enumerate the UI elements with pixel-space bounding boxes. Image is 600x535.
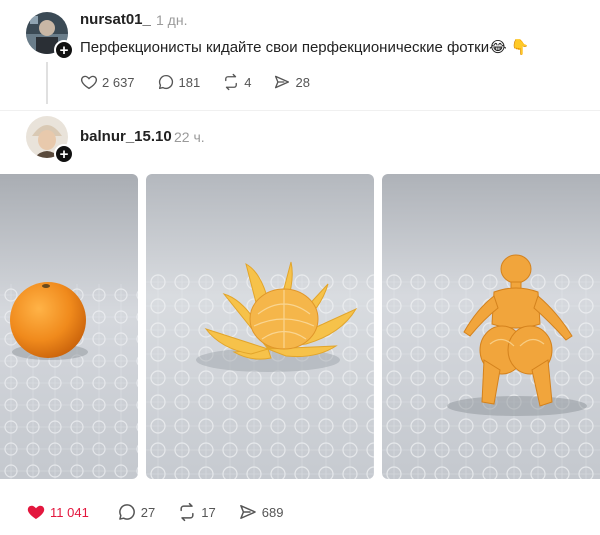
avatar-balnur[interactable]: + [26, 116, 74, 164]
photo-tangerine-figure[interactable] [382, 174, 600, 479]
post-nursat01: + nursat01_ 1 дн. Перфекционисты кидайте… [0, 0, 600, 110]
follow-plus-icon[interactable]: + [54, 40, 74, 60]
follow-plus-icon[interactable]: + [54, 144, 74, 164]
heart-icon [27, 505, 45, 520]
post1-text-body: Перфекционисты кидайте свои перфекционич… [80, 39, 490, 56]
post2-comment-button[interactable]: 27 [117, 502, 155, 522]
post1-emoji: 😂 👇 [489, 39, 530, 56]
photo-whole-tangerine[interactable] [0, 174, 138, 479]
comment-icon [158, 74, 173, 90]
thread-line [46, 62, 48, 104]
photo-tangerine-flower[interactable] [146, 174, 374, 479]
post1-username[interactable]: nursat01_ [80, 11, 151, 28]
post1-share-count: 28 [295, 74, 310, 90]
post1-like-button[interactable]: 2 637 [80, 73, 135, 91]
post1-like-count: 2 637 [102, 74, 135, 90]
post2-like-button[interactable]: 11 041 [26, 502, 89, 522]
share-icon [239, 505, 256, 519]
post1-comment-button[interactable]: 181 [157, 73, 201, 91]
post2-comment-count: 27 [140, 504, 156, 520]
post1-repost-count: 4 [244, 74, 252, 90]
post2-repost-button[interactable]: 17 [177, 502, 216, 522]
post1-share-button[interactable]: 28 [273, 73, 310, 91]
share-icon [275, 75, 290, 89]
post2-username[interactable]: balnur_15.10 [80, 128, 172, 145]
post2-share-button[interactable]: 689 [238, 502, 284, 522]
post1-text: Перфекционисты кидайте свои перфекционич… [80, 38, 530, 56]
post2-time: 22 ч. [174, 129, 205, 145]
post2-like-count: 11 041 [50, 504, 89, 520]
post-divider [0, 110, 600, 111]
post1-repost-button[interactable]: 4 [222, 73, 251, 91]
post2-share-count: 689 [261, 504, 284, 520]
avatar-nursat01[interactable]: + [26, 12, 74, 60]
heart-icon [80, 75, 98, 90]
post1-time: 1 дн. [156, 12, 188, 28]
repost-icon [225, 73, 238, 91]
post2-repost-count: 17 [201, 504, 216, 520]
comment-icon [118, 504, 135, 520]
post1-actions: 2 637 181 4 28 [80, 73, 332, 91]
post1-comment-count: 181 [178, 74, 201, 90]
post2-actions: 11 041 27 17 689 [26, 502, 305, 522]
repost-icon [180, 502, 194, 522]
